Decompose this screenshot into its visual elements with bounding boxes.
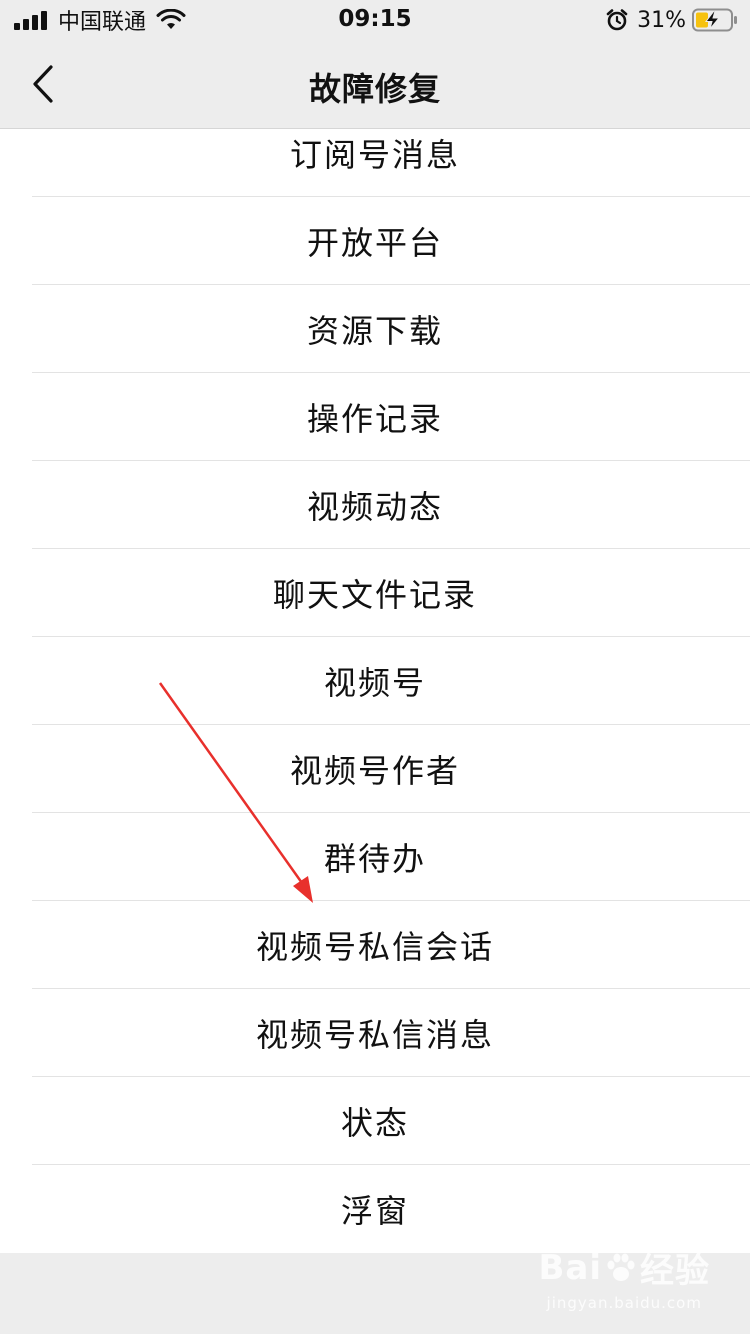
- watermark-logo: Bai 经验: [538, 1243, 710, 1292]
- watermark-suffix: 经验: [640, 1251, 710, 1291]
- status-right: 31%: [605, 6, 738, 34]
- repair-list-viewport: 订阅号消息 开放平台 资源下载 操作记录 视频动态 聊天文件记录 视频号 视频号…: [0, 129, 750, 1253]
- status-bar: 中国联通 09:15 31%: [0, 0, 750, 40]
- page-title: 故障修复: [308, 70, 441, 108]
- list-item[interactable]: 视频号: [0, 637, 750, 725]
- list-item[interactable]: 视频号作者: [0, 725, 750, 813]
- list-item[interactable]: 开放平台: [0, 197, 750, 285]
- alarm-icon: [606, 9, 628, 31]
- battery-charging-icon: [692, 8, 737, 32]
- list-item[interactable]: 状态: [0, 1077, 750, 1165]
- paw-icon: [607, 1253, 635, 1281]
- nav-bar: 故障修复: [0, 40, 750, 129]
- list-item[interactable]: 群待办: [0, 813, 750, 901]
- baidu-jingyan-watermark: Bai 经验 jingyan.baidu.com: [538, 1243, 710, 1313]
- watermark-url: jingyan.baidu.com: [546, 1294, 702, 1312]
- list-item[interactable]: 视频号私信会话: [0, 901, 750, 989]
- watermark-prefix: Bai: [538, 1247, 602, 1288]
- list-item[interactable]: 资源下载: [0, 285, 750, 373]
- list-item[interactable]: 视频号私信消息: [0, 989, 750, 1077]
- list-item[interactable]: 浮窗: [0, 1165, 750, 1253]
- list-item[interactable]: 操作记录: [0, 373, 750, 461]
- battery-percent: 31%: [637, 7, 686, 33]
- list-item[interactable]: 聊天文件记录: [0, 549, 750, 637]
- list-item[interactable]: 订阅号消息: [0, 129, 750, 197]
- repair-list: 订阅号消息 开放平台 资源下载 操作记录 视频动态 聊天文件记录 视频号 视频号…: [0, 129, 750, 1253]
- list-item[interactable]: 视频动态: [0, 461, 750, 549]
